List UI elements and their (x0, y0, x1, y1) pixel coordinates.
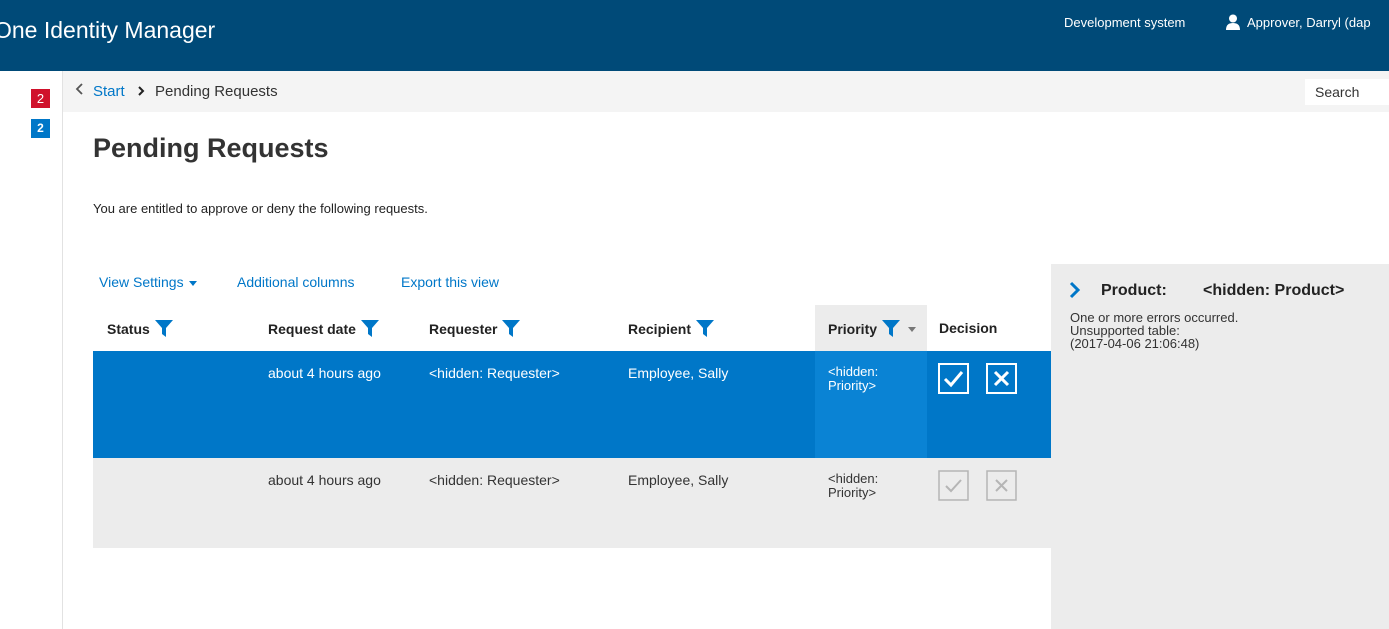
intro-text: You are entitled to approve or deny the … (93, 201, 428, 216)
breadcrumb-current: Pending Requests (155, 83, 278, 100)
column-header-request-date[interactable]: Request date (268, 320, 379, 337)
column-header-priority[interactable]: Priority (828, 320, 917, 337)
column-header-status[interactable]: Status (107, 320, 173, 337)
priority-cell: <hidden: Priority> (828, 364, 879, 393)
user-menu[interactable]: Approver, Darryl (dap (1247, 15, 1371, 30)
notification-badge-blue[interactable]: 2 (31, 119, 50, 138)
breadcrumb: Start Pending Requests (63, 71, 1389, 112)
view-settings-dropdown[interactable]: View Settings (99, 274, 197, 290)
column-header-label: Recipient (628, 321, 692, 337)
priority-cell: <hidden: Priority> (828, 471, 879, 500)
column-header-label: Request date (268, 321, 356, 337)
table-header: Status Request date Requester Recipient … (93, 305, 1051, 351)
funnel-icon[interactable] (696, 320, 715, 337)
export-view-link[interactable]: Export this view (401, 274, 499, 290)
funnel-icon[interactable] (882, 320, 901, 337)
page-title: Pending Requests (93, 133, 329, 163)
view-settings-label: View Settings (99, 274, 184, 290)
deny-x-box-icon[interactable] (986, 470, 1017, 501)
column-header-label: Requester (429, 321, 498, 337)
funnel-icon[interactable] (502, 320, 521, 337)
user-icon (1226, 14, 1240, 30)
requester-cell: <hidden: Requester> (429, 472, 560, 488)
column-header-label: Status (107, 321, 150, 337)
column-header-recipient[interactable]: Recipient (628, 320, 715, 337)
request-date-cell: about 4 hours ago (268, 472, 381, 488)
search-input[interactable] (1305, 79, 1389, 105)
approve-checkmark-box-icon[interactable] (938, 363, 969, 394)
deny-x-box-icon[interactable] (986, 363, 1017, 394)
additional-columns-link[interactable]: Additional columns (237, 274, 355, 290)
table-row[interactable]: about 4 hours ago <hidden: Requester> Em… (93, 351, 1051, 458)
product-value: <hidden: Product> (1203, 282, 1345, 299)
product-label: Product: (1101, 282, 1167, 299)
chevron-right-icon (138, 86, 145, 96)
table-row[interactable]: about 4 hours ago <hidden: Requester> Em… (93, 458, 1051, 548)
request-date-cell: about 4 hours ago (268, 365, 381, 381)
column-header-label: Priority (828, 321, 878, 337)
chevron-right-icon[interactable] (1069, 281, 1081, 299)
funnel-icon[interactable] (154, 320, 173, 337)
app-title[interactable]: One Identity Manager (0, 17, 215, 44)
column-header-requester[interactable]: Requester (429, 320, 521, 337)
recipient-cell: Employee, Sally (628, 472, 729, 488)
requester-cell: <hidden: Requester> (429, 365, 560, 381)
breadcrumb-start-link[interactable]: Start (93, 83, 125, 100)
left-rail: 2 2 (0, 71, 63, 629)
funnel-icon[interactable] (360, 320, 379, 337)
error-timestamp: (2017-04-06 21:06:48) (1070, 336, 1200, 351)
sort-caret-icon[interactable] (908, 327, 917, 332)
notification-badge-red[interactable]: 2 (31, 89, 50, 108)
column-header-decision: Decision (939, 320, 998, 336)
details-panel: Product: <hidden: Product> One or more e… (1051, 264, 1389, 629)
top-bar: One Identity Manager Development system … (0, 0, 1389, 71)
environment-label: Development system (1064, 15, 1186, 30)
chevron-left-icon[interactable] (75, 82, 85, 96)
recipient-cell: Employee, Sally (628, 365, 729, 381)
approve-checkmark-box-icon[interactable] (938, 470, 969, 501)
caret-down-icon (188, 280, 197, 286)
